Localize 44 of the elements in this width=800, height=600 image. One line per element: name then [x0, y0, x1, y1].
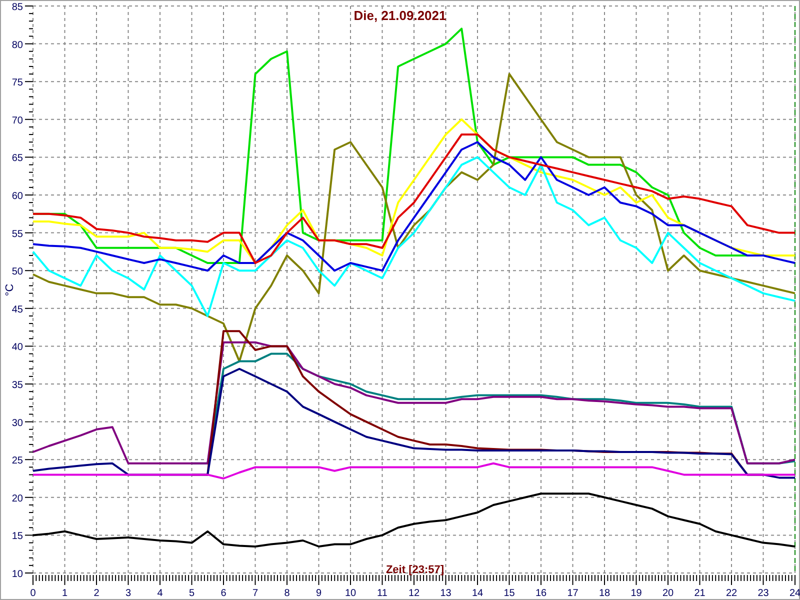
tick-label: 9 — [316, 588, 322, 599]
tick-label: 22 — [726, 588, 738, 599]
tick-label: 0 — [30, 588, 36, 599]
tick-label: 30 — [12, 418, 23, 429]
tick-label: 21 — [694, 588, 706, 599]
tick-label: 7 — [252, 588, 258, 599]
tick-label: 17 — [567, 588, 578, 599]
tick-label: 15 — [12, 531, 23, 542]
tick-label: 1 — [62, 588, 68, 599]
tick-label: 4 — [157, 588, 163, 599]
tick-label: 2 — [94, 588, 100, 599]
tick-label: 10 — [344, 588, 356, 599]
tick-label: 11 — [377, 588, 388, 599]
chart-title: Die, 21.09.2021 — [354, 8, 446, 23]
y-axis-title: °C — [4, 284, 16, 296]
tick-label: 13 — [440, 588, 452, 599]
tick-label: 14 — [472, 588, 484, 599]
tick-label: 15 — [504, 588, 515, 599]
tick-label: 10 — [12, 569, 23, 580]
tick-label: 23 — [758, 588, 769, 599]
tick-label: 55 — [12, 228, 23, 240]
tick-label: 20 — [12, 493, 23, 504]
tick-label: 24 — [789, 588, 800, 599]
tick-label: 35 — [12, 380, 23, 391]
tick-label: 45 — [12, 304, 23, 316]
tick-label: 50 — [12, 266, 23, 278]
x-axis-title: Zeit [23:57] — [386, 564, 444, 576]
tick-label: 20 — [662, 588, 674, 599]
tick-label: 75 — [12, 78, 23, 89]
tick-label: 19 — [630, 588, 642, 599]
tick-label: 65 — [12, 153, 23, 164]
tick-label: 16 — [535, 588, 547, 599]
tick-label: 12 — [408, 588, 420, 599]
tick-label: 80 — [12, 40, 23, 51]
tick-label: 5 — [188, 588, 195, 599]
tick-label: 18 — [598, 588, 610, 599]
tick-label: 40 — [12, 342, 23, 354]
tick-label: 8 — [284, 588, 290, 599]
tick-label: 60 — [12, 191, 23, 202]
tick-label: 3 — [125, 588, 132, 599]
tick-label: 70 — [12, 115, 23, 126]
tick-label: 85 — [12, 2, 23, 13]
tick-label: 6 — [220, 588, 226, 599]
tick-label: 25 — [12, 456, 23, 467]
